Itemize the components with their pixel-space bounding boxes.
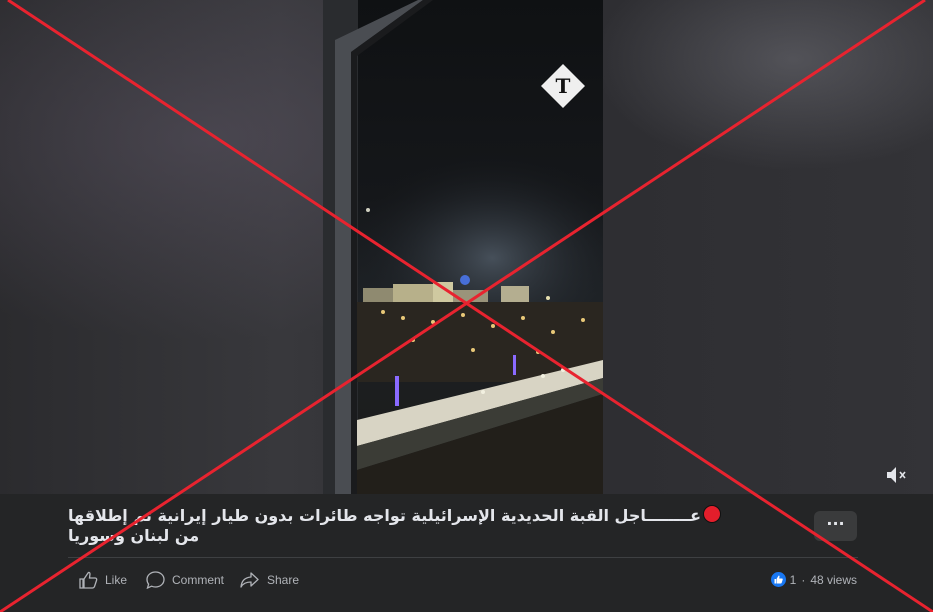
thumbs-up-icon: [79, 571, 98, 589]
post-title: عــــــــاجل القبة الحديدية الإسرائيلية …: [68, 505, 738, 546]
separator-dot: ·: [801, 572, 806, 587]
share-label: Share: [267, 573, 300, 587]
like-button[interactable]: Like: [79, 570, 127, 590]
more-options-button[interactable]: ···: [814, 511, 857, 541]
share-button[interactable]: Share: [240, 570, 299, 590]
comment-button[interactable]: Comment: [146, 570, 224, 590]
reaction-summary[interactable]: 1 · 48 views: [770, 572, 857, 587]
view-count: 48 views: [810, 572, 857, 587]
reaction-count: 1: [789, 572, 797, 587]
svg-text:T: T: [556, 74, 571, 98]
comment-label: Comment: [172, 573, 225, 587]
red-circle-icon: [703, 505, 722, 523]
publisher-logo: T: [540, 63, 586, 109]
like-reaction-icon: [770, 572, 786, 587]
comment-bubble-icon: [146, 571, 165, 589]
speaker-muted-icon[interactable]: [884, 464, 910, 486]
divider: [68, 557, 858, 558]
video-player[interactable]: T: [0, 0, 933, 494]
post-title-text: عــــــــاجل القبة الحديدية الإسرائيلية …: [68, 506, 702, 545]
like-label: Like: [105, 573, 128, 587]
share-arrow-icon: [240, 572, 259, 588]
